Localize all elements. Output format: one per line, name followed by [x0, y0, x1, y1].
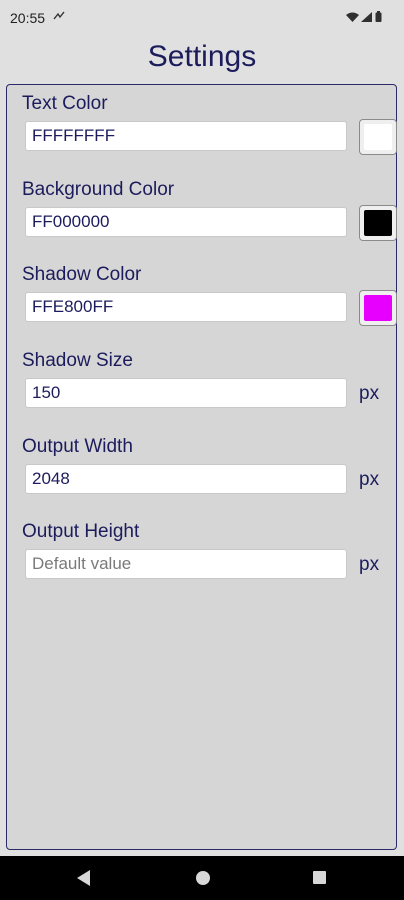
shadow-color-swatch-button[interactable] — [359, 290, 397, 326]
output-width-label: Output Width — [22, 436, 133, 457]
background-color-input[interactable] — [25, 207, 347, 237]
signal-icon — [361, 11, 372, 22]
battery-icon — [375, 11, 382, 22]
data-saver-icon — [53, 10, 65, 24]
wifi-icon — [346, 12, 359, 22]
output-width-unit: px — [359, 469, 380, 490]
background-color-label: Background Color — [22, 179, 175, 200]
recents-icon[interactable] — [313, 871, 326, 884]
navigation-bar — [0, 856, 404, 900]
status-time: 20:55 — [10, 10, 46, 26]
text-color-input[interactable] — [25, 121, 347, 151]
shadow-size-input[interactable] — [25, 378, 347, 408]
shadow-size-unit: px — [359, 383, 380, 404]
shadow-color-input[interactable] — [25, 292, 347, 322]
shadow-size-label: Shadow Size — [22, 350, 133, 371]
settings-screen: 20:55 Settings Text Color FFFFFFFF Backg… — [0, 0, 404, 900]
output-height-unit: px — [359, 554, 380, 575]
home-icon[interactable] — [196, 871, 210, 885]
output-height-input[interactable] — [25, 549, 347, 579]
shadow-color-swatch — [364, 295, 392, 321]
status-bar: 20:55 — [0, 0, 404, 36]
output-width-input[interactable] — [25, 464, 347, 494]
back-icon[interactable] — [77, 870, 90, 886]
text-color-label: Text Color — [22, 93, 108, 114]
shadow-color-label: Shadow Color — [22, 264, 142, 285]
text-color-swatch-button[interactable] — [359, 119, 397, 155]
output-height-label: Output Height — [22, 521, 140, 542]
settings-panel: Text Color Background Color Shadow Color… — [6, 84, 397, 850]
page-title: Settings — [147, 40, 257, 73]
status-icons — [346, 11, 382, 22]
text-color-swatch — [364, 124, 392, 150]
background-color-swatch — [364, 210, 392, 236]
background-color-swatch-button[interactable] — [359, 205, 397, 241]
